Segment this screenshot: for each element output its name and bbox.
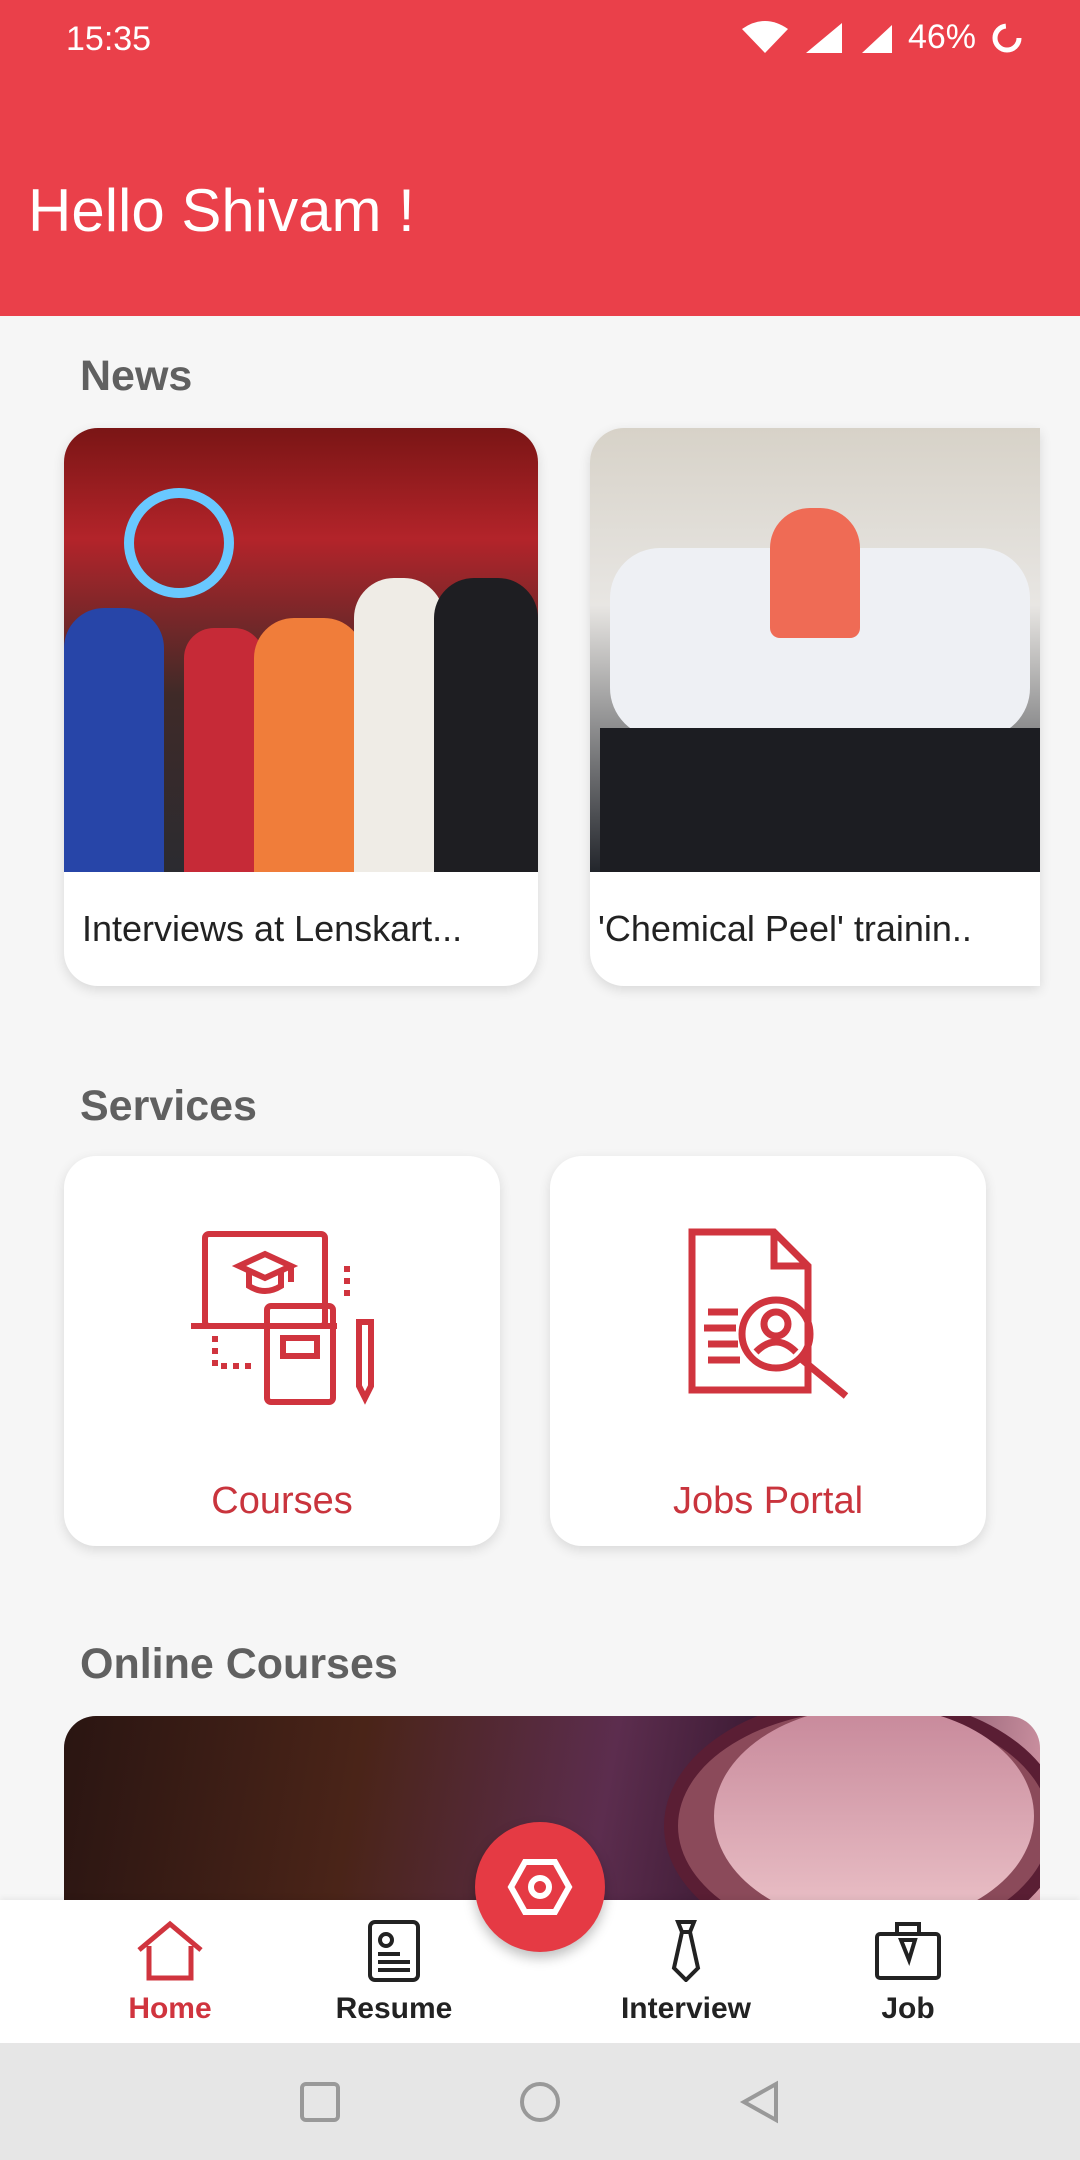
jobs-portal-card[interactable]: Jobs Portal (550, 1156, 986, 1546)
nav-job[interactable]: Job (868, 1920, 948, 2026)
tie-icon (671, 1920, 701, 1983)
nav-home[interactable]: Home (120, 1920, 220, 2026)
status-icons: 46% (740, 18, 1024, 57)
news-caption: 'Chemical Peel' trainin.. (598, 908, 972, 949)
home-icon (137, 1920, 203, 1981)
status-time: 15:35 (66, 20, 152, 58)
jobs-portal-label: Jobs Portal (672, 1480, 864, 1522)
app-header: 15:35 46% Hello Shivam ! (0, 0, 1080, 316)
nav-resume-label: Resume (335, 1992, 453, 2025)
nav-resume[interactable]: Resume (334, 1920, 454, 2026)
circle-icon (520, 2081, 560, 2122)
nav-interview[interactable]: Interview (616, 1920, 756, 2026)
signal-icon-2 (861, 24, 892, 53)
nav-home-label: Home (128, 1992, 212, 2025)
services-section-title: Services (80, 1082, 257, 1130)
signal-icon (805, 22, 842, 53)
news-image (590, 428, 1040, 872)
courses-label: Courses (211, 1480, 353, 1522)
online-courses-section-title: Online Courses (80, 1640, 398, 1688)
square-icon (300, 2081, 340, 2122)
back-triangle-icon (739, 2080, 778, 2123)
hexagon-icon (507, 1859, 573, 1915)
news-caption: Interviews at Lenskart... (82, 908, 463, 949)
home-system-button[interactable] (510, 2043, 570, 2160)
nav-interview-label: Interview (620, 1992, 752, 2025)
news-section-title: News (80, 352, 193, 400)
job-search-icon (688, 1228, 849, 1399)
system-navigation-bar (0, 2043, 1080, 2160)
courses-card[interactable]: Courses (64, 1156, 500, 1546)
courses-icon (191, 1231, 374, 1405)
nav-job-label: Job (881, 1992, 935, 2025)
wifi-icon (741, 20, 788, 53)
briefcase-icon (875, 1922, 941, 1980)
resume-icon (368, 1920, 420, 1982)
news-image (64, 428, 538, 872)
center-action-button[interactable] (475, 1822, 605, 1952)
news-card-lenskart[interactable]: Interviews at Lenskart... (64, 428, 538, 986)
battery-percent: 46% (907, 18, 976, 56)
back-button[interactable] (730, 2043, 790, 2160)
recents-button[interactable] (290, 2043, 350, 2160)
greeting-title: Hello Shivam ! (28, 177, 415, 244)
battery-ring-icon (992, 23, 1022, 52)
news-card-chemical-peel[interactable]: 'Chemical Peel' trainin.. (590, 428, 1040, 986)
